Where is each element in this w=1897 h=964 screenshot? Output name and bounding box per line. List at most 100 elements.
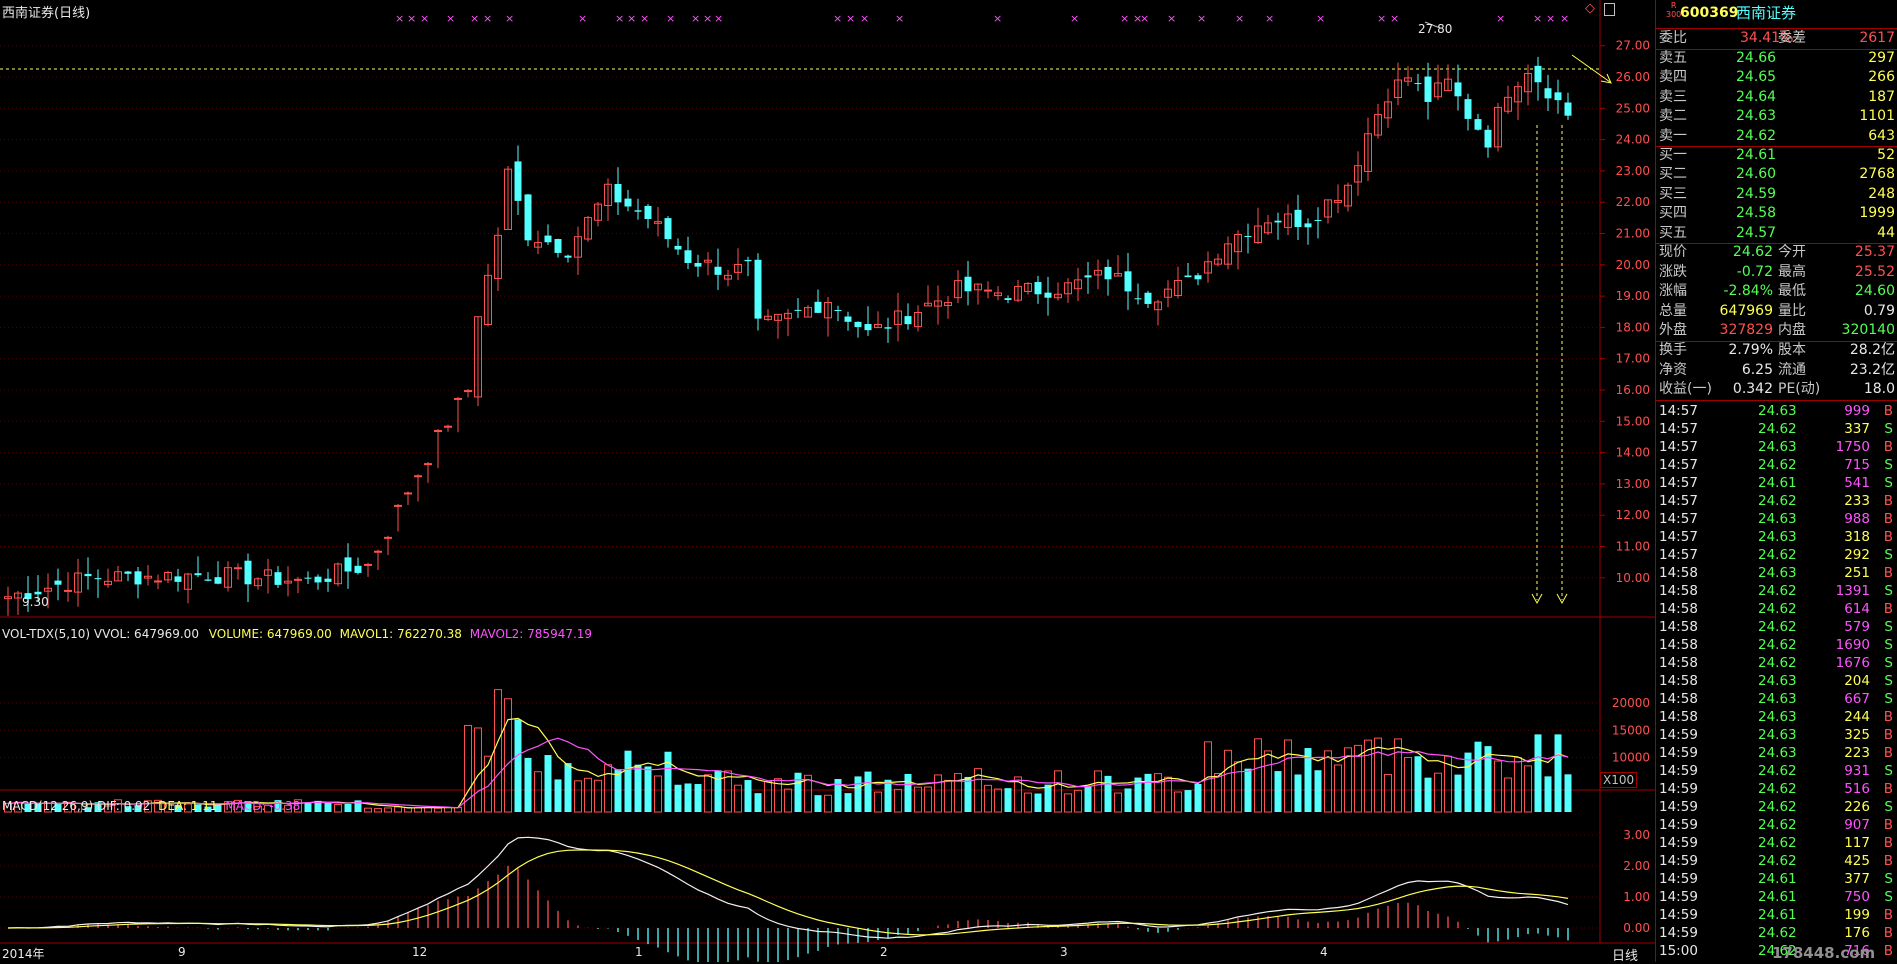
tick-row: 14:59 24.61 199 B: [1656, 906, 1897, 924]
candle-body: [1194, 275, 1202, 280]
tick-row: 14:58 24.63 251 B: [1656, 564, 1897, 582]
tick-side: B: [1883, 835, 1893, 851]
candle-body: [464, 390, 472, 393]
quote-label: 收益(一): [1659, 381, 1712, 398]
tick-price: 24.62: [1758, 547, 1797, 563]
volume-bar: [1334, 764, 1342, 813]
period-label[interactable]: 日线: [1612, 945, 1638, 964]
tick-volume: 318: [1844, 529, 1870, 545]
tick-price: 24.63: [1758, 565, 1797, 581]
volume-bar: [964, 776, 972, 812]
dif-value: DIF: 0.92: [96, 799, 151, 813]
tick-time: 14:59: [1659, 907, 1698, 923]
volume-bar: [1214, 773, 1222, 813]
quote-row: 总量 647969 量比 0.79: [1656, 302, 1897, 321]
tick-time: 14:57: [1659, 529, 1698, 545]
tick-price: 24.62: [1758, 493, 1797, 509]
signal-marker: ×: [833, 12, 842, 25]
tick-volume: 1750: [1835, 439, 1870, 455]
candle-body: [354, 565, 362, 573]
signal-marker: ×: [1546, 12, 1555, 25]
panel-toggle-icon[interactable]: [1604, 3, 1615, 16]
tick-volume: 579: [1844, 619, 1870, 635]
candle-body: [1554, 92, 1562, 101]
signal-marker: ×: [627, 12, 636, 25]
kline-chart[interactable]: 27.0026.0025.0024.0023.0022.0021.0020.00…: [0, 0, 1655, 962]
date-label: 1: [635, 945, 643, 959]
candle-body: [884, 327, 892, 329]
candle-body: [1564, 102, 1572, 116]
ask-price: 24.62: [1736, 127, 1777, 144]
candle-body: [94, 578, 102, 580]
volume-bar: [854, 776, 862, 812]
candle-body: [754, 259, 762, 319]
ask-price: 24.66: [1736, 50, 1777, 66]
volume-bar: [864, 771, 872, 812]
volume-bar: [914, 786, 922, 813]
tick-time: 14:59: [1659, 853, 1698, 869]
candle-body: [1184, 275, 1192, 278]
price-tick-label: 15.00: [1616, 414, 1650, 428]
volume-bar: [984, 784, 992, 813]
candle-body: [904, 316, 912, 325]
volume-bar: [644, 766, 652, 812]
macd-tick-label: 2.00: [1623, 859, 1650, 873]
volume-bar: [1054, 770, 1062, 813]
bid-row: 买二 24.60 2768: [1656, 165, 1897, 184]
signal-marker: ×: [691, 12, 700, 25]
volume-bar: [1384, 773, 1392, 813]
ask-row: 卖五 24.66 297: [1656, 49, 1897, 68]
tick-row: 14:57 24.62 715 S: [1656, 456, 1897, 474]
diamond-icon[interactable]: ◇: [1585, 1, 1595, 16]
signal-marker: ×: [615, 12, 624, 25]
ask-label: 卖三: [1659, 88, 1687, 105]
watermark: 178448.com: [1772, 944, 1876, 962]
quote-label: 总量: [1659, 302, 1687, 319]
ask-price: 24.64: [1736, 88, 1777, 105]
volume-bar: [1514, 757, 1522, 813]
tick-volume: 226: [1844, 799, 1870, 815]
volume-bar: [1084, 785, 1092, 812]
volume-bar: [1164, 776, 1172, 813]
volume-bar: [1434, 772, 1442, 813]
quote-row: 净资 6.25 流通 23.2亿: [1656, 361, 1897, 380]
bid-price: 24.61: [1736, 147, 1777, 163]
candle-body: [1034, 282, 1042, 295]
dea-line: [7, 849, 1569, 936]
tick-price: 24.63: [1758, 745, 1797, 761]
tick-row: 14:57 24.63 988 B: [1656, 510, 1897, 528]
volume-bar: [1064, 793, 1072, 813]
bid-price: 24.60: [1736, 166, 1777, 183]
tick-side: B: [1883, 853, 1893, 869]
signal-marker: ×: [1070, 12, 1079, 25]
tick-volume: 325: [1844, 727, 1870, 743]
tick-price: 24.62: [1758, 655, 1797, 671]
volume-bar: [1284, 739, 1292, 813]
candle-body: [1414, 83, 1422, 85]
volume-bar: [684, 783, 692, 812]
tick-volume: 667: [1844, 691, 1870, 707]
tick-time: 14:58: [1659, 709, 1698, 725]
tick-side: S: [1884, 547, 1893, 563]
quote-value: 0.79: [1863, 302, 1895, 319]
volume-bar: [944, 779, 952, 813]
quote-value: 25.37: [1854, 244, 1895, 260]
ask-volume: 1101: [1859, 108, 1895, 125]
tick-row: 14:57 24.63 999 B: [1656, 402, 1897, 420]
annotation-arrow: [1571, 54, 1611, 83]
tick-price: 24.62: [1758, 781, 1797, 797]
quote-row: 涨跌 -0.72 最高 25.52: [1656, 263, 1897, 282]
price-tick-label: 17.00: [1616, 352, 1650, 366]
volume-bar: [1024, 792, 1032, 813]
tick-price: 24.63: [1758, 727, 1797, 743]
candle-body: [1274, 220, 1282, 223]
tick-price: 24.62: [1758, 583, 1797, 599]
ask-label: 卖一: [1659, 127, 1687, 144]
tick-time: 14:58: [1659, 655, 1698, 671]
bid-label: 买三: [1659, 185, 1687, 202]
volume-bar: [1094, 770, 1102, 813]
tick-row: 14:58 24.62 1690 S: [1656, 636, 1897, 654]
price-tick-label: 22.00: [1616, 195, 1650, 209]
tick-time: 14:58: [1659, 673, 1698, 689]
quote-label: 股本: [1778, 342, 1806, 358]
